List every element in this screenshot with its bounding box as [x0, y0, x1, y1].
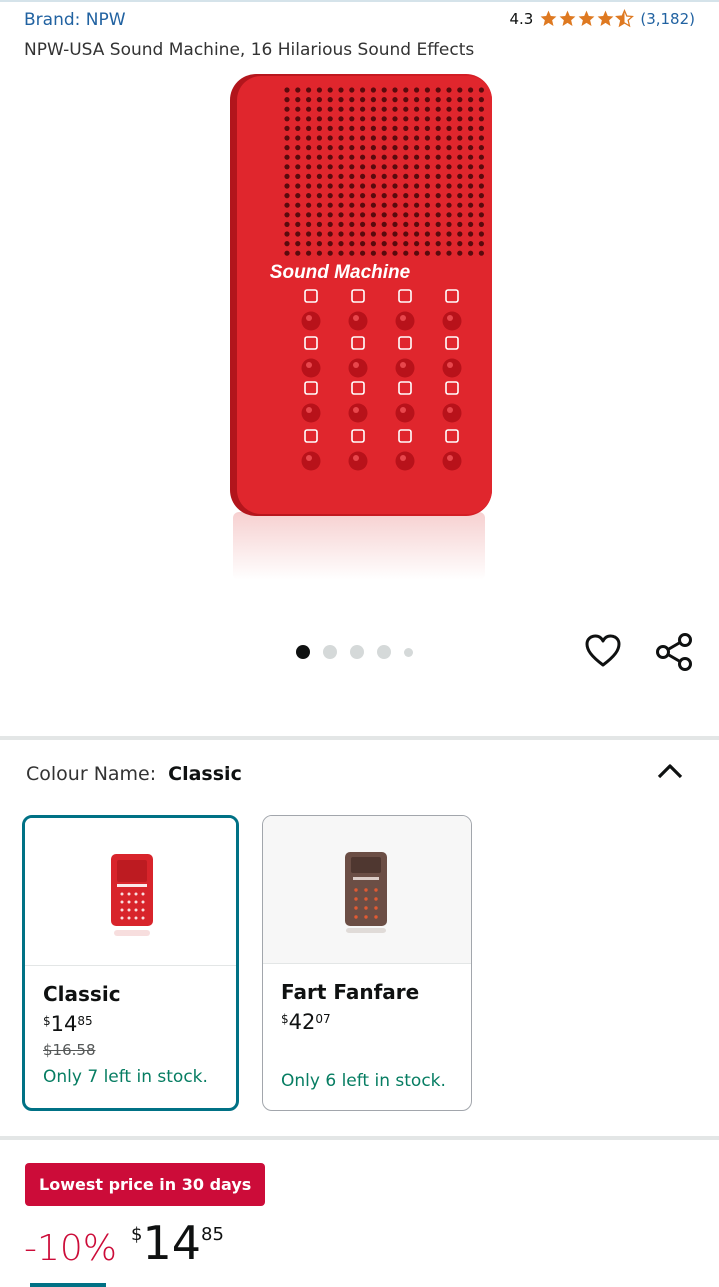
star-half-icon: [615, 9, 635, 28]
deal-badge: Lowest price in 30 days: [25, 1163, 266, 1206]
price-whole: 14: [142, 1216, 202, 1270]
price-currency: $: [131, 1224, 143, 1245]
image-carousel-dots[interactable]: [296, 645, 413, 659]
product-title: NPW-USA Sound Machine, 16 Hilarious Soun…: [24, 40, 475, 60]
swatch-image: [263, 816, 471, 964]
colour-swatch-classic[interactable]: Classic $1485 $16.58 Only 7 left in stoc…: [22, 815, 239, 1111]
price-fraction: 85: [201, 1224, 224, 1245]
rating-count-link[interactable]: (3,182): [640, 10, 695, 28]
share-icon: [656, 633, 692, 671]
deal-price: -10% $ 14 85: [24, 1218, 224, 1269]
brand-link[interactable]: Brand: NPW: [24, 10, 126, 30]
carousel-dot[interactable]: [350, 645, 364, 659]
swatch-name: Classic: [43, 982, 121, 1006]
colour-selector-header[interactable]: Colour Name: Classic: [26, 763, 242, 785]
swatch-stock: Only 7 left in stock.: [43, 1067, 208, 1087]
rating-stars: [539, 9, 635, 28]
section-divider: [0, 1136, 719, 1140]
heart-icon: [585, 634, 621, 667]
colour-label: Colour Name:: [26, 763, 157, 785]
rating-value: 4.3: [509, 9, 534, 28]
carousel-dot[interactable]: [404, 647, 413, 657]
star-full-icon: [559, 10, 576, 26]
discount-percent: -10%: [24, 1228, 118, 1269]
colour-value: Classic: [168, 763, 242, 785]
carousel-dot[interactable]: [296, 645, 310, 659]
product-image[interactable]: Sound Machine: [225, 68, 495, 588]
swatch-list-price: $16.58: [43, 1041, 96, 1059]
chevron-up-icon[interactable]: [656, 760, 684, 782]
swatch-name: Fart Fanfare: [281, 980, 420, 1004]
share-button[interactable]: [654, 632, 694, 672]
star-full-icon: [597, 10, 614, 26]
colour-swatch-fart-fanfare[interactable]: Fart Fanfare $4207 Only 6 left in stock.: [262, 815, 472, 1111]
rating-summary[interactable]: 4.3 (3,182): [509, 9, 695, 28]
section-divider: [0, 736, 719, 740]
top-divider: [0, 0, 719, 2]
wishlist-button[interactable]: [584, 632, 622, 670]
star-full-icon: [578, 10, 595, 26]
swatch-thumbnail-classic: [111, 854, 153, 936]
carousel-dot[interactable]: [377, 645, 391, 659]
swatch-image: [25, 818, 236, 966]
scroll-indicator: [30, 1283, 106, 1287]
swatch-stock: Only 6 left in stock.: [281, 1071, 446, 1091]
star-full-icon: [540, 10, 557, 26]
swatch-thumbnail-fart-fanfare: [345, 852, 387, 933]
swatch-price: $4207: [281, 1010, 331, 1034]
device-label: Sound Machine: [270, 262, 411, 283]
swatch-price: $1485: [43, 1012, 93, 1036]
carousel-dot[interactable]: [323, 645, 337, 659]
